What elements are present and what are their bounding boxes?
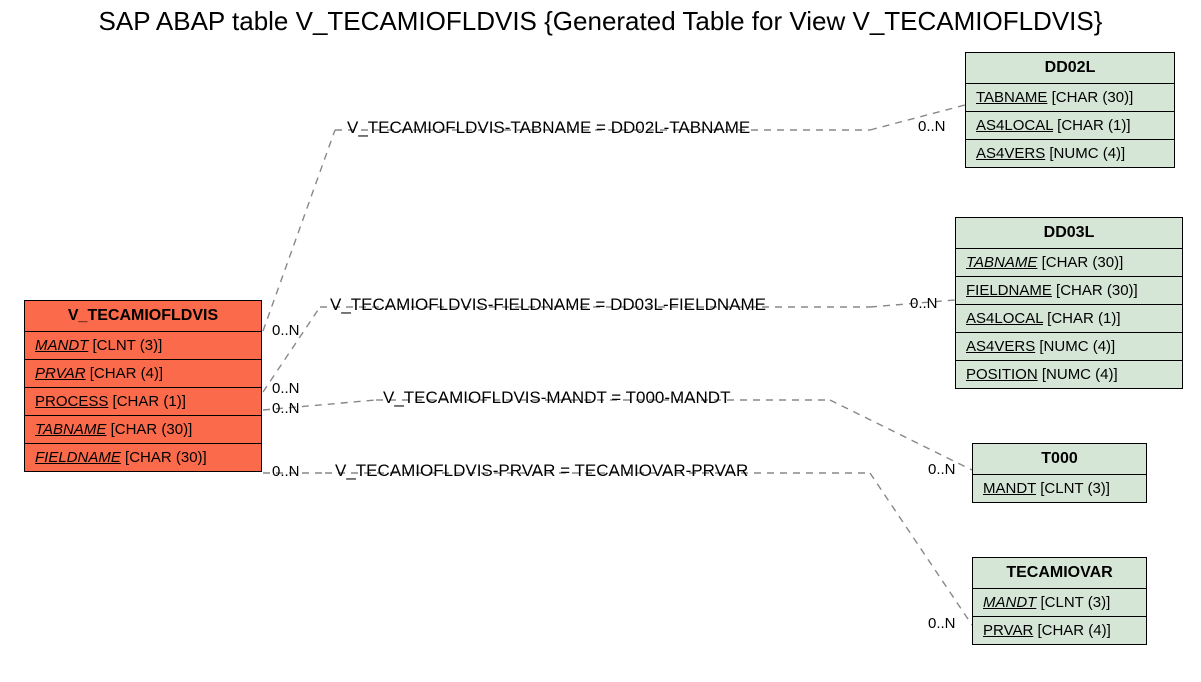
cardinality-left: 0..N <box>272 380 300 397</box>
relationship-label: V_TECAMIOFLDVIS-PRVAR = TECAMIOVAR-PRVAR <box>335 461 748 481</box>
entity-field: AS4LOCAL [CHAR (1)] <box>966 112 1174 140</box>
entity-field: PROCESS [CHAR (1)] <box>25 388 261 416</box>
entity-header: V_TECAMIOFLDVIS <box>25 301 261 332</box>
entity-header: DD03L <box>956 218 1182 249</box>
entity-field: FIELDNAME [CHAR (30)] <box>956 277 1182 305</box>
cardinality-right: 0..N <box>910 295 938 312</box>
entity-v-tecamiofdlvis: V_TECAMIOFLDVIS MANDT [CLNT (3)] PRVAR [… <box>24 300 262 472</box>
entity-header: TECAMIOVAR <box>973 558 1146 589</box>
entity-field: MANDT [CLNT (3)] <box>973 475 1146 502</box>
relationship-label: V_TECAMIOFLDVIS-TABNAME = DD02L-TABNAME <box>347 118 750 138</box>
entity-field: FIELDNAME [CHAR (30)] <box>25 444 261 471</box>
cardinality-right: 0..N <box>928 615 956 632</box>
cardinality-left: 0..N <box>272 400 300 417</box>
entity-tecamiovar: TECAMIOVAR MANDT [CLNT (3)] PRVAR [CHAR … <box>972 557 1147 645</box>
cardinality-right: 0..N <box>918 118 946 135</box>
entity-header: DD02L <box>966 53 1174 84</box>
entity-field: TABNAME [CHAR (30)] <box>956 249 1182 277</box>
entity-field: AS4VERS [NUMC (4)] <box>966 140 1174 167</box>
entity-field: TABNAME [CHAR (30)] <box>25 416 261 444</box>
entity-field: TABNAME [CHAR (30)] <box>966 84 1174 112</box>
entity-field: AS4LOCAL [CHAR (1)] <box>956 305 1182 333</box>
relationship-label: V_TECAMIOFLDVIS-MANDT = T000-MANDT <box>383 388 730 408</box>
cardinality-right: 0..N <box>928 461 956 478</box>
entity-t000: T000 MANDT [CLNT (3)] <box>972 443 1147 503</box>
entity-dd02l: DD02L TABNAME [CHAR (30)] AS4LOCAL [CHAR… <box>965 52 1175 168</box>
entity-field: POSITION [NUMC (4)] <box>956 361 1182 388</box>
relationship-label: V_TECAMIOFLDVIS-FIELDNAME = DD03L-FIELDN… <box>330 295 766 315</box>
entity-field: MANDT [CLNT (3)] <box>25 332 261 360</box>
entity-field: PRVAR [CHAR (4)] <box>973 617 1146 644</box>
entity-field: AS4VERS [NUMC (4)] <box>956 333 1182 361</box>
entity-field: MANDT [CLNT (3)] <box>973 589 1146 617</box>
cardinality-left: 0..N <box>272 322 300 339</box>
cardinality-left: 0..N <box>272 463 300 480</box>
entity-header: T000 <box>973 444 1146 475</box>
entity-field: PRVAR [CHAR (4)] <box>25 360 261 388</box>
entity-dd03l: DD03L TABNAME [CHAR (30)] FIELDNAME [CHA… <box>955 217 1183 389</box>
page-title: SAP ABAP table V_TECAMIOFLDVIS {Generate… <box>0 6 1201 37</box>
